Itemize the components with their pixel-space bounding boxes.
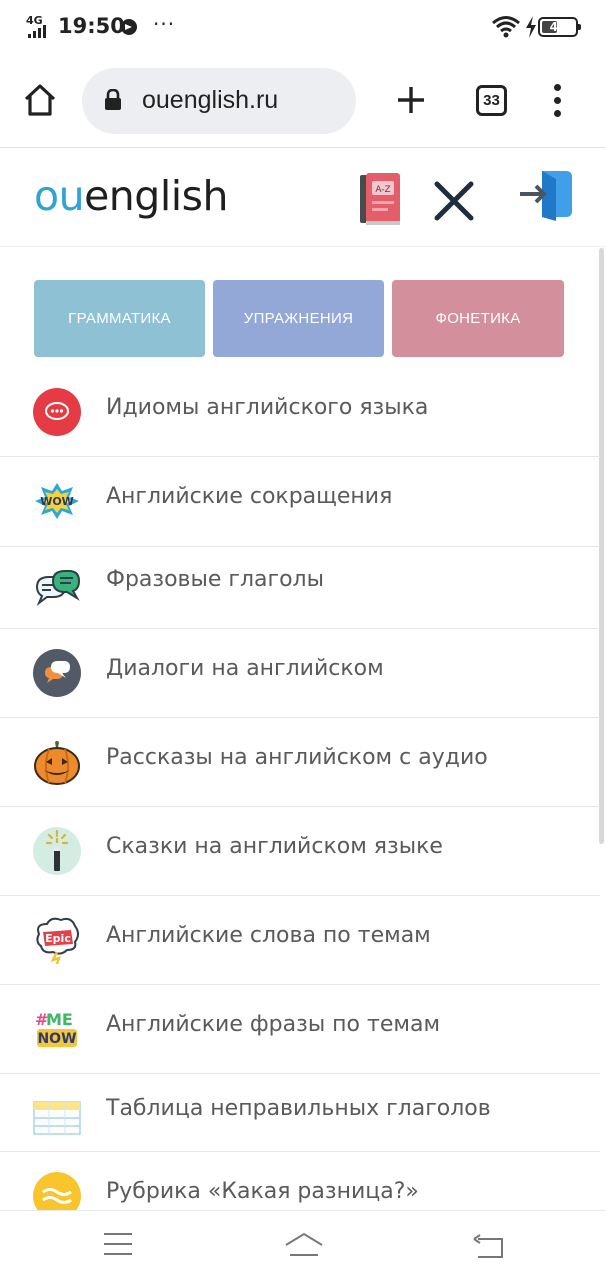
table-icon	[33, 1101, 81, 1135]
item-label: Сказки на английском языке	[106, 834, 443, 859]
login-icon[interactable]	[516, 167, 576, 221]
item-label: Диалоги на английском	[106, 656, 384, 681]
list-item[interactable]: Таблица неправильных глаголов	[0, 1074, 600, 1152]
item-label: Таблица неправильных глаголов	[106, 1096, 491, 1121]
clock: 19:50	[58, 14, 125, 38]
url-text[interactable]: ouenglish.ru	[142, 86, 278, 115]
signal-icon: 4G	[26, 14, 52, 38]
wow-icon: WOW	[35, 483, 79, 519]
list-item[interactable]: # ME NOW Английские фразы по темам	[0, 985, 600, 1074]
item-label: Английские слова по темам	[106, 923, 431, 948]
site-menu: ГРАММАТИКА УПРАЖНЕНИЯ ФОНЕТИКА Идиомы ан…	[0, 248, 606, 1210]
item-label: Рубрика «Какая разница?»	[106, 1179, 419, 1204]
dialog-icon	[33, 649, 81, 697]
item-label: Идиомы английского языка	[106, 395, 429, 420]
network-type: 4G	[26, 14, 43, 27]
list-item[interactable]: Диалоги на английском	[0, 629, 600, 718]
battery-percent: 48	[549, 20, 567, 34]
grammar-button[interactable]: ГРАММАТИКА	[34, 280, 205, 357]
list-item[interactable]: Рубрика «Какая разница?»	[0, 1152, 600, 1210]
item-label: Английские фразы по темам	[106, 1012, 441, 1037]
item-label: Рассказы на английском с аудио	[106, 745, 488, 770]
category-buttons: ГРАММАТИКА УПРАЖНЕНИЯ ФОНЕТИКА	[34, 280, 564, 357]
magic-wand-icon	[33, 827, 81, 875]
back-icon[interactable]	[472, 1233, 504, 1259]
home-icon[interactable]	[22, 82, 58, 118]
browser-toolbar: ouenglish.ru 33	[0, 56, 606, 148]
list-item[interactable]: Фразовые глаголы	[0, 547, 600, 629]
address-bar[interactable]: ouenglish.ru	[82, 68, 356, 134]
dictionary-icon[interactable]: A-Z	[357, 171, 403, 227]
plus-icon[interactable]	[395, 84, 427, 116]
item-label: Английские сокращения	[106, 484, 393, 509]
close-icon[interactable]	[432, 179, 476, 223]
svg-text:WOW: WOW	[40, 495, 74, 508]
tabs-button[interactable]: 33	[476, 85, 507, 116]
lock-icon	[105, 89, 121, 110]
telegram-icon	[121, 19, 137, 35]
menu-list: Идиомы английского языка WOW Английские …	[0, 368, 600, 1210]
site-logo[interactable]: ouenglish	[34, 172, 228, 220]
list-item[interactable]: Epic Английские слова по темам	[0, 896, 600, 985]
more-vert-icon[interactable]	[550, 84, 566, 118]
more-notifications-icon: ···	[153, 12, 176, 36]
svg-text:Epic: Epic	[45, 932, 71, 945]
svg-text:A-Z: A-Z	[375, 185, 390, 195]
svg-text:NOW: NOW	[37, 1031, 76, 1047]
list-item[interactable]: Рассказы на английском с аудио	[0, 718, 600, 807]
speech-bubbles-icon	[35, 570, 81, 607]
epic-icon: Epic	[36, 917, 79, 964]
exercises-button[interactable]: УПРАЖНЕНИЯ	[213, 280, 384, 357]
charging-icon	[526, 16, 536, 38]
battery-icon: 48	[538, 17, 581, 37]
site-header: ouenglish A-Z	[0, 149, 606, 247]
me-now-icon: # ME NOW	[35, 1010, 77, 1047]
system-nav-bar	[0, 1210, 606, 1280]
list-item[interactable]: Сказки на английском языке	[0, 807, 600, 896]
list-item[interactable]: WOW Английские сокращения	[0, 457, 600, 547]
pumpkin-icon	[34, 741, 80, 785]
item-label: Фразовые глаголы	[106, 567, 324, 592]
svg-text:ME: ME	[46, 1010, 73, 1029]
home-icon[interactable]	[284, 1231, 324, 1261]
recent-apps-icon[interactable]	[104, 1233, 134, 1257]
wifi-icon	[492, 16, 520, 38]
waves-icon	[33, 1172, 81, 1210]
phonetics-button[interactable]: ФОНЕТИКА	[392, 280, 564, 357]
status-bar: 4G 19:50 ··· 48	[0, 0, 606, 56]
list-item[interactable]: Идиомы английского языка	[0, 368, 600, 457]
chat-bubble-icon	[33, 388, 81, 436]
